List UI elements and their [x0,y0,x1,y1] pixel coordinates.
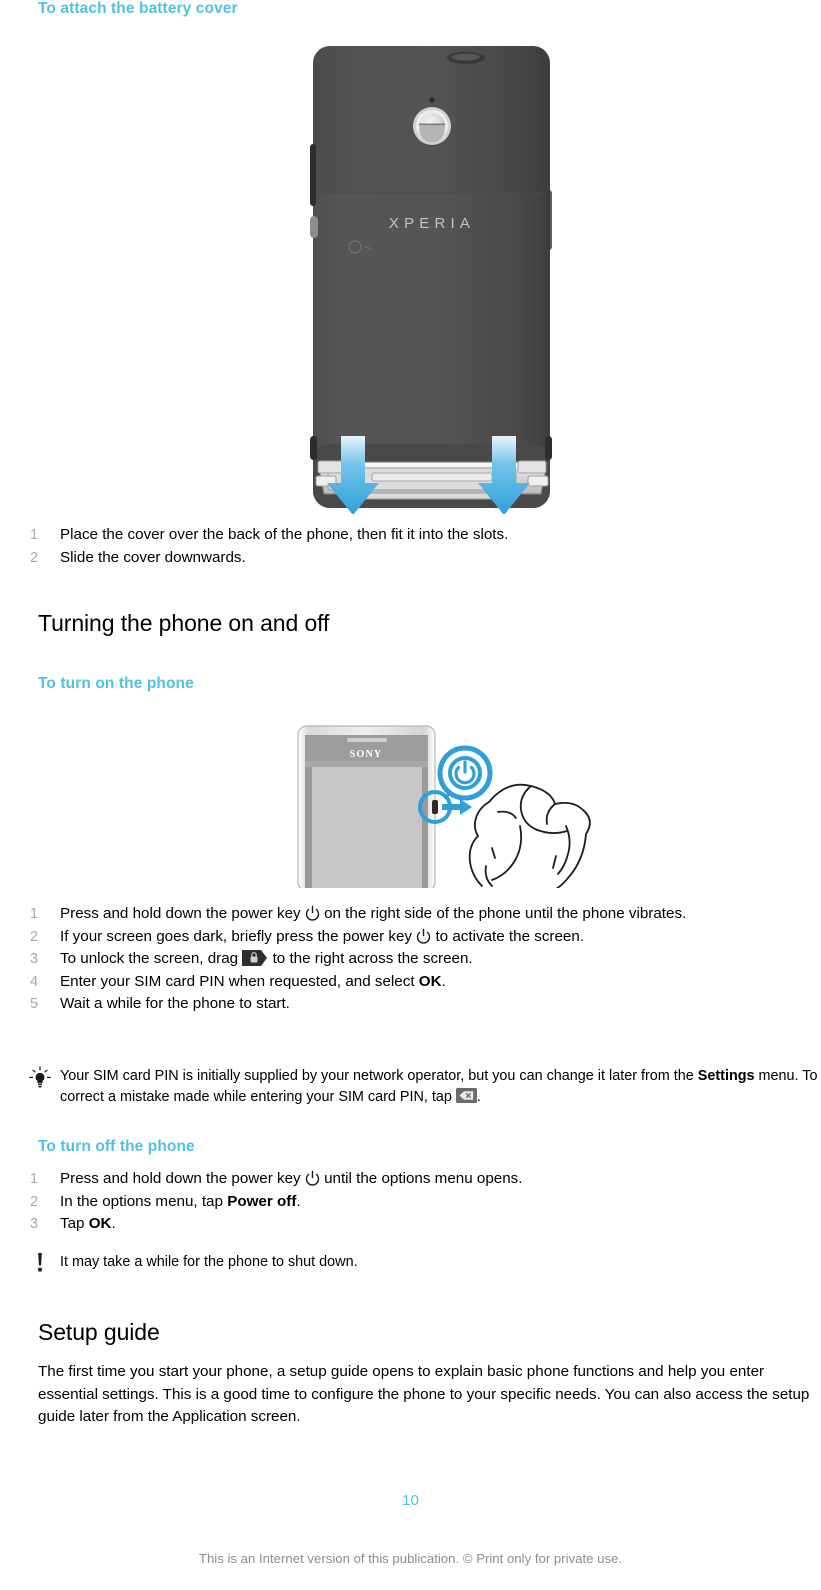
camera-lens-icon [413,107,451,145]
step-text-emphasis: OK [418,972,442,990]
step-text-part: . [441,972,446,990]
step-text: If your screen goes dark, briefly press … [60,928,584,945]
step-text: Enter your SIM card PIN when requested, … [60,973,446,990]
figure-phone-back-battery-cover: XPERIA [0,44,821,515]
step-text-part: If your screen goes dark, briefly press … [60,927,417,945]
step-text: Place the cover over the back of the pho… [60,526,509,543]
step-text-part: . [296,1192,301,1210]
tip-text-part: . [476,1089,481,1105]
power-icon [305,1170,320,1186]
list-item: 1 Press and hold down the power key on t… [22,903,802,926]
power-icon [416,928,431,944]
step-text-part: Press and hold down the power key [60,905,305,922]
steps-turn-on-phone: 1 Press and hold down the power key on t… [22,903,802,1016]
list-item: 3 To unlock the screen, drag to the righ… [22,948,802,971]
step-text: Wait a while for the phone to start. [60,995,290,1012]
manual-page: To attach the battery cover XPERIA 1 Pla… [0,0,821,1590]
step-number: 2 [30,928,39,945]
pointer-arrow-icon [442,799,472,815]
step-number: 1 [30,1171,39,1187]
note-shutdown-time: It may take a while for the phone to shu… [22,1252,821,1273]
backspace-icon [455,1088,477,1103]
steps-attach-battery-cover: 1 Place the cover over the back of the p… [22,524,802,569]
phone-front-body: SONY [297,725,436,892]
tip-text-part: Your SIM card PIN is initially supplied … [60,1068,698,1084]
step-number: 1 [30,906,39,922]
hand-illustration [468,783,591,893]
step-text-part: . [111,1215,116,1232]
step-text-part: until the options menu opens. [319,1170,523,1187]
power-callout [437,745,493,801]
step-text: To unlock the screen, drag to the right … [60,950,473,967]
step-text-emphasis: Power off [227,1192,297,1210]
tip-text-emphasis: Settings [697,1068,755,1084]
list-item: 2 In the options menu, tap Power off. [22,1191,802,1214]
step-text-part: Enter your SIM card PIN when requested, … [60,972,419,990]
step-text: Tap OK. [60,1215,116,1232]
step-text-part: In the options menu, tap [60,1192,228,1210]
step-text: Slide the cover downwards. [60,548,246,566]
list-item: 3 Tap OK. [22,1213,802,1236]
step-text-part: Tap [60,1215,89,1232]
step-number: 1 [30,527,39,543]
step-text-part: to the right across the screen. [268,950,473,967]
list-item: 2 If your screen goes dark, briefly pres… [22,926,802,949]
power-icon [305,905,320,921]
step-text-part: to activate the screen. [431,927,585,945]
step-number: 2 [30,549,39,566]
step-number: 4 [30,973,39,990]
phone-back-illustration-svg: XPERIA [310,46,552,515]
list-item: 2 Slide the cover downwards. [22,547,802,570]
steps-turn-off-phone: 1 Press and hold down the power key unti… [22,1168,802,1236]
step-number: 5 [30,996,39,1012]
lightbulb-icon [28,1066,52,1088]
heading-turn-off-phone: To turn off the phone [38,1138,195,1155]
tip-sim-card-pin: Your SIM card PIN is initially supplied … [22,1066,821,1108]
step-text-part: Press and hold down the power key [60,1170,305,1187]
paragraph-setup-guide: The first time you start your phone, a s… [38,1363,810,1425]
page-number: 10 [402,1492,419,1509]
list-item: 1 Place the cover over the back of the p… [22,524,802,547]
step-text-emphasis: OK [88,1215,112,1232]
list-item: 1 Press and hold down the power key unti… [22,1168,802,1191]
tip-text: Your SIM card PIN is initially supplied … [60,1068,818,1105]
heading-setup-guide: Setup guide [38,1319,160,1345]
step-number: 2 [30,1193,39,1210]
heading-turning-phone-on-and-off: Turning the phone on and off [38,610,330,636]
step-text-part: To unlock the screen, drag [60,950,243,967]
step-text: Press and hold down the power key until … [60,1170,522,1187]
heading-attach-battery-cover: To attach the battery cover [38,0,238,17]
step-text: Press and hold down the power key on the… [60,905,686,922]
xperia-logo: XPERIA [389,215,475,232]
note-text: It may take a while for the phone to shu… [60,1254,358,1270]
heading-turn-on-phone: To turn on the phone [38,675,194,692]
phone-power-key [432,800,438,814]
step-text: In the options menu, tap Power off. [60,1193,301,1210]
sony-logo: SONY [350,749,383,760]
exclamation-icon [28,1252,52,1274]
list-item: 5 Wait a while for the phone to start. [22,993,802,1016]
figure-phone-front-power-key: SONY [0,716,821,893]
footer-note: This is an Internet version of this publ… [198,1551,623,1566]
list-item: 4 Enter your SIM card PIN when requested… [22,971,802,994]
phone-front-illustration-svg: SONY [297,725,591,893]
camera-flash-icon [429,97,435,103]
step-number: 3 [30,951,39,967]
phone-top-notch [447,52,485,64]
step-number: 3 [30,1216,39,1232]
step-text-part: on the right side of the phone until the… [319,905,687,922]
lock-icon [242,949,268,967]
